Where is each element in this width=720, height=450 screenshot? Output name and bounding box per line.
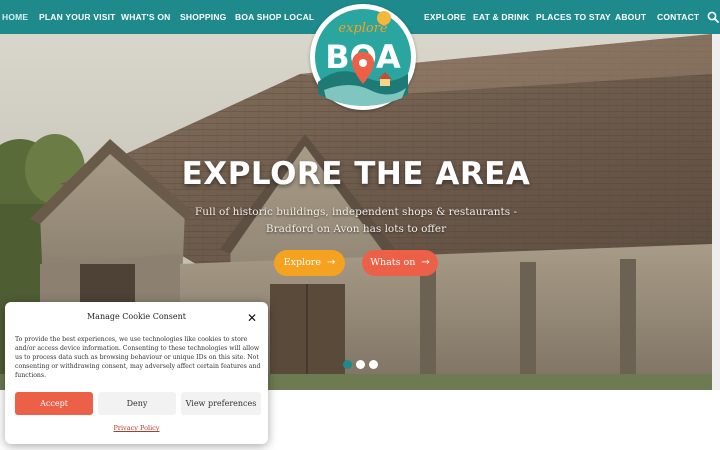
- nav-home[interactable]: HOME: [2, 0, 28, 34]
- cookie-dialog-text: To provide the best experiences, we use …: [15, 336, 261, 379]
- nav-plan-your-visit[interactable]: PLAN YOUR VISIT: [39, 0, 116, 34]
- nav-boa-shop-local[interactable]: BOA SHOP LOCAL: [235, 0, 314, 34]
- whats-on-button-label: Whats on: [370, 257, 416, 268]
- nav-shopping[interactable]: SHOPPING: [180, 0, 226, 34]
- view-preferences-button[interactable]: View preferences: [181, 392, 261, 415]
- whats-on-button[interactable]: Whats on →: [362, 250, 438, 276]
- slide-dot-2[interactable]: [356, 360, 365, 369]
- explore-boa-logo[interactable]: explore BOA: [310, 4, 416, 110]
- cookie-consent-dialog: Manage Cookie Consent ✕ To provide the b…: [5, 302, 268, 444]
- privacy-policy-link[interactable]: Privacy Policy: [5, 424, 268, 432]
- logo-word-explore: explore: [338, 21, 388, 36]
- nav-contact[interactable]: CONTACT: [657, 0, 699, 34]
- hero-subtitle-line-1: Full of historic buildings, independent …: [194, 206, 518, 218]
- hero-subtitle-line-2: Bradford on Avon has lots to offer: [265, 223, 447, 235]
- arrow-right-icon: →: [326, 257, 336, 268]
- hero-subtitle: Full of historic buildings, independent …: [0, 204, 712, 238]
- page: HOME PLAN YOUR VISIT WHAT'S ON SHOPPING …: [0, 0, 720, 450]
- slide-dot-1[interactable]: [343, 360, 352, 369]
- nav-places-to-stay[interactable]: PLACES TO STAY: [536, 0, 611, 34]
- search-icon[interactable]: [707, 11, 719, 23]
- hero-title: EXPLORE THE AREA: [181, 156, 531, 192]
- deny-button[interactable]: Deny: [98, 392, 176, 415]
- explore-button[interactable]: Explore →: [274, 250, 345, 276]
- nav-about[interactable]: ABOUT: [615, 0, 646, 34]
- slide-dot-3[interactable]: [369, 360, 378, 369]
- nav-explore[interactable]: EXPLORE: [424, 0, 466, 34]
- arrow-right-icon: →: [421, 257, 430, 268]
- scrollbar-track[interactable]: [712, 34, 720, 390]
- explore-button-label: Explore: [283, 257, 321, 268]
- close-icon[interactable]: ✕: [247, 312, 257, 324]
- cookie-dialog-title: Manage Cookie Consent: [86, 312, 186, 321]
- logo-graphic: explore BOA: [313, 7, 413, 107]
- nav-whats-on[interactable]: WHAT'S ON: [121, 0, 170, 34]
- accept-button[interactable]: Accept: [15, 392, 93, 415]
- nav-eat-drink[interactable]: EAT & DRINK: [473, 0, 529, 34]
